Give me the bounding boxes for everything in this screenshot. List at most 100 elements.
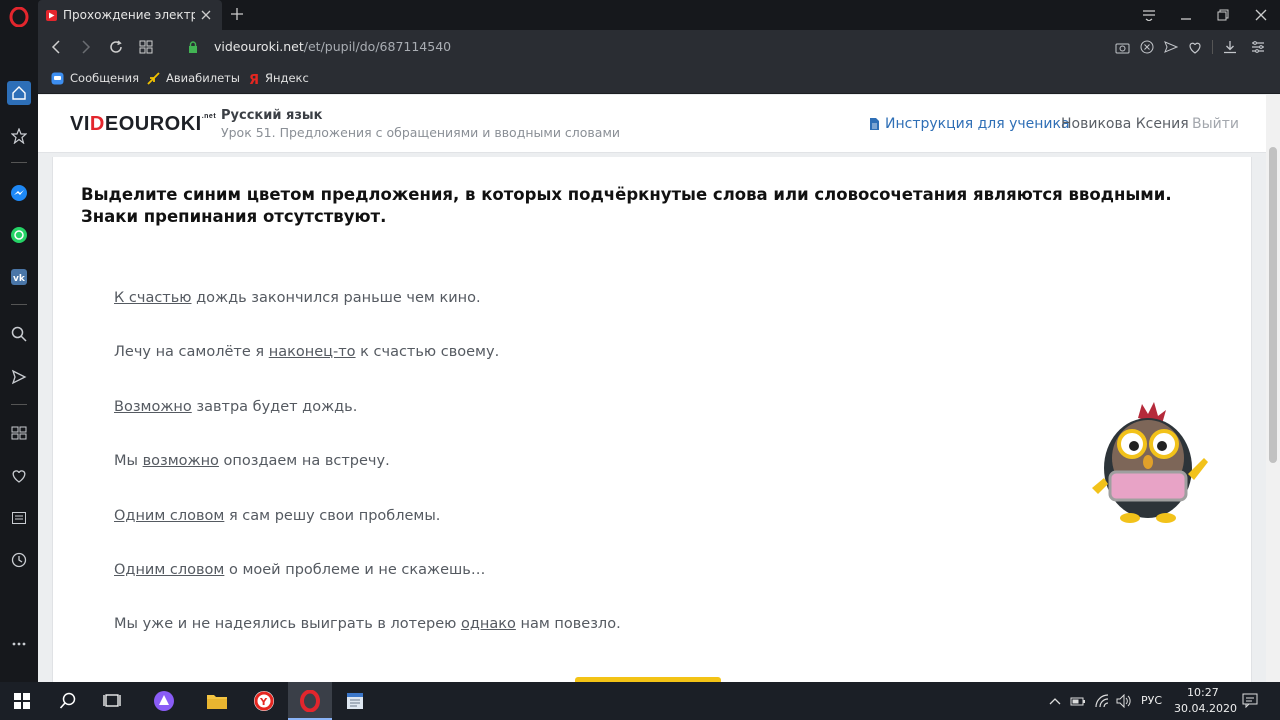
tabs-grid-icon[interactable] [137,38,155,56]
subject-title: Русский язык [221,108,323,123]
clock-time[interactable]: 10:27 [1187,686,1219,699]
opera-sidebar: vk [0,0,38,682]
yandex-browser-icon[interactable]: Y [252,689,276,713]
sidebar-separator [11,162,27,163]
alice-assistant-icon[interactable] [152,689,176,713]
bookmarks-icon[interactable] [7,124,31,148]
underlined-word: Одним словом [114,562,225,578]
bookmark-label: Авиабилеты [166,71,240,85]
sentence-option[interactable]: Лечу на самолёте я наконец-то к счастью … [114,344,499,360]
tab-title: Прохождение электронно [63,8,195,22]
sentence-text: о моей проблеме и не скажешь… [224,562,486,578]
logo-text-accent: D [89,113,105,135]
bookmark-label: Сообщения [70,71,140,85]
favorite-heart-icon[interactable] [1187,39,1203,55]
clock-date[interactable]: 30.04.2020 [1174,702,1237,715]
page-scrollbar[interactable] [1266,95,1280,682]
search-icon[interactable] [7,322,31,346]
address-bar: videouroki.net/et/pupil/do/687114540 [38,30,1280,64]
tab-active[interactable]: Прохождение электронно [38,0,222,30]
bookmark-messages[interactable]: Сообщения [51,71,139,85]
sentence-option[interactable]: К счастью дождь закончился раньше чем ки… [114,290,481,306]
scroll-thumb[interactable] [1269,147,1277,463]
svg-text:vk: vk [13,274,26,284]
notifications-icon[interactable] [1242,693,1258,708]
history-icon[interactable] [7,548,31,572]
task-question: Выделите синим цветом предложения, в кот… [81,185,1172,226]
heart-icon[interactable] [7,464,31,488]
send-icon[interactable] [7,365,31,389]
vk-icon[interactable]: vk [7,265,31,289]
site-logo[interactable]: VIDEOUROKI.net [70,113,216,136]
download-icon[interactable] [1222,39,1238,55]
underlined-word: возможно [142,453,219,469]
sidebar-separator [11,304,27,305]
yandex-icon: Я [246,72,259,85]
task-card: Выделите синим цветом предложения, в кот… [52,157,1252,682]
toolbar-separator [1212,40,1213,54]
back-icon[interactable] [47,38,65,56]
wifi-icon[interactable] [1094,694,1110,708]
search-icon[interactable] [56,689,80,713]
file-explorer-icon[interactable] [205,689,229,713]
sentence-option[interactable]: Одним словом я сам решу свои проблемы. [114,508,440,524]
bookmark-flights[interactable]: Авиабилеты [147,71,240,85]
battery-icon[interactable] [1070,694,1086,708]
underlined-word: Возможно [114,399,192,415]
home-icon[interactable] [7,81,31,105]
reload-icon[interactable] [107,38,125,56]
airplane-icon [147,71,160,85]
underlined-word: наконец-то [268,344,356,360]
messenger-icon[interactable] [7,181,31,205]
sentence-option[interactable]: Мы уже и не надеялись выиграть в лотерею… [114,616,621,632]
document-icon [870,118,879,130]
logout-link[interactable]: Выйти [1192,116,1239,132]
sentence-text: опоздаем на встречу. [218,453,390,469]
url-path: /et/pupil/do/687114540 [303,39,452,54]
easy-setup-icon[interactable] [1250,39,1266,55]
bookmark-yandex[interactable]: Я Яндекс [246,71,309,85]
sentence-text: Лечу на самолёте я [114,344,269,360]
underlined-word: однако [460,616,516,632]
underlined-word: Одним словом [114,508,225,524]
speed-dial-icon[interactable] [7,421,31,445]
more-icon[interactable] [7,632,31,656]
minimize-icon[interactable] [1177,6,1195,24]
tray-chevron-up-icon[interactable] [1047,694,1063,708]
url-field[interactable]: videouroki.net/et/pupil/do/687114540 [214,39,451,54]
sentence-option[interactable]: Одним словом о моей проблеме и не скажеш… [114,562,485,578]
tab-menu-icon[interactable] [1140,6,1158,24]
underlined-word: К счастью [114,290,192,306]
share-icon[interactable] [1163,39,1179,55]
svg-text:Y: Y [259,697,268,708]
new-tab-icon[interactable] [228,5,246,23]
document-app-icon[interactable] [343,689,367,713]
sentence-text: дождь закончился раньше чем кино. [191,290,481,306]
sidebar-separator [11,404,27,405]
restore-icon[interactable] [1214,6,1232,24]
lock-icon[interactable] [184,38,202,56]
whatsapp-icon[interactable] [7,223,31,247]
sentence-text: Мы [114,453,143,469]
news-icon[interactable] [7,506,31,530]
site-header: VIDEOUROKI.net Русский язык Урок 51. Пре… [38,95,1266,153]
sentence-option[interactable]: Мы возможно опоздаем на встречу. [114,453,390,469]
volume-icon[interactable] [1116,694,1132,708]
camera-icon[interactable] [1114,39,1130,55]
close-tab-icon[interactable] [198,7,214,23]
opera-browser-icon[interactable] [298,689,322,713]
close-window-icon[interactable] [1252,6,1270,24]
windows-start-icon[interactable] [10,689,34,713]
opera-logo-icon[interactable] [7,5,31,29]
lesson-title: Урок 51. Предложения с обращениями и вво… [221,125,621,140]
logo-text-right: EOUROKI [104,113,202,135]
task-view-icon[interactable] [100,689,124,713]
forward-icon[interactable] [77,38,95,56]
adblock-icon[interactable] [1139,39,1155,55]
instruction-link[interactable]: Инструкция для ученика [869,116,1070,132]
svg-text:Я: Я [249,73,258,85]
sentence-text: к счастью своему. [355,344,500,360]
input-language[interactable]: РУС [1141,694,1162,707]
sentence-option[interactable]: Возможно завтра будет дождь. [114,399,357,415]
sentence-text: я сам решу свои проблемы. [224,508,441,524]
